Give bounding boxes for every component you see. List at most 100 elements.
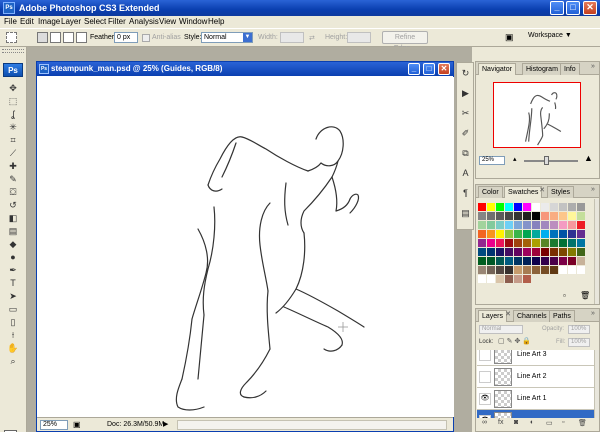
color-swatch[interactable]	[532, 230, 541, 239]
color-swatch[interactable]	[577, 239, 586, 248]
close-button[interactable]: ✕	[583, 1, 597, 15]
color-swatch[interactable]	[532, 203, 541, 212]
blur-tool-icon[interactable]: ◆	[5, 239, 21, 250]
color-swatch[interactable]	[487, 248, 496, 257]
opacity-field[interactable]: 100%	[568, 325, 590, 334]
color-swatch[interactable]	[523, 203, 532, 212]
color-swatch[interactable]	[541, 239, 550, 248]
color-swatch[interactable]	[577, 230, 586, 239]
move-tool-icon[interactable]: ✥	[5, 83, 21, 94]
color-swatch[interactable]	[514, 266, 523, 275]
color-swatch[interactable]	[541, 203, 550, 212]
layer-row[interactable]: Line Art 3	[477, 350, 595, 366]
color-swatch[interactable]	[559, 212, 568, 221]
navigator-zoom-knob[interactable]	[544, 156, 549, 165]
color-swatch[interactable]	[568, 230, 577, 239]
color-swatch[interactable]	[532, 257, 541, 266]
layers-tab-close-icon[interactable]: ✕	[504, 311, 512, 319]
color-swatch[interactable]	[568, 221, 577, 230]
color-swatch[interactable]	[550, 203, 559, 212]
color-swatch[interactable]	[487, 266, 496, 275]
color-swatch[interactable]	[532, 221, 541, 230]
tab-navigator[interactable]: Navigator	[478, 63, 516, 75]
trash-icon[interactable]: 🗑	[578, 419, 587, 427]
group-icon[interactable]: ▭	[546, 419, 553, 427]
path-selection-tool-icon[interactable]: ➤	[5, 291, 21, 302]
color-swatch[interactable]	[505, 230, 514, 239]
color-swatch[interactable]	[496, 266, 505, 275]
color-swatch[interactable]	[550, 266, 559, 275]
character-icon[interactable]: A	[459, 167, 472, 180]
history-brush-tool-icon[interactable]: ↺	[5, 200, 21, 211]
healing-brush-tool-icon[interactable]: ✚	[5, 161, 21, 172]
color-swatch[interactable]	[577, 248, 586, 257]
color-swatch[interactable]	[487, 239, 496, 248]
style-select[interactable]: Normal ▼	[201, 32, 253, 43]
fx-icon[interactable]: fx	[498, 419, 503, 426]
zoom-in-icon[interactable]: ▲	[584, 153, 593, 163]
layers-scrollbar[interactable]	[594, 350, 599, 418]
color-swatch[interactable]	[496, 230, 505, 239]
menu-layer[interactable]: Layer	[61, 17, 81, 26]
color-swatch[interactable]	[523, 257, 532, 266]
color-swatch[interactable]	[541, 266, 550, 275]
color-swatch[interactable]	[487, 203, 496, 212]
tab-paths[interactable]: Paths	[549, 310, 575, 322]
color-swatch[interactable]	[487, 275, 496, 284]
color-swatch[interactable]	[541, 230, 550, 239]
eyedropper-tool-icon[interactable]: ⟊	[5, 330, 21, 341]
menu-image[interactable]: Image	[38, 17, 60, 26]
color-swatch[interactable]	[514, 248, 523, 257]
crop-tool-icon[interactable]: ⌗	[5, 135, 21, 146]
maximize-button[interactable]: □	[566, 1, 580, 15]
color-swatch[interactable]	[478, 221, 487, 230]
color-swatch[interactable]	[487, 221, 496, 230]
color-swatch[interactable]	[478, 248, 487, 257]
adjustment-icon[interactable]: ◐	[530, 419, 534, 426]
tab-info[interactable]: Info	[560, 63, 580, 75]
color-swatch[interactable]	[568, 266, 577, 275]
color-swatch[interactable]	[559, 221, 568, 230]
marquee-tool-icon[interactable]: ⬚	[5, 96, 21, 107]
color-swatch[interactable]	[514, 275, 523, 284]
color-swatch[interactable]	[487, 230, 496, 239]
layer-row[interactable]: Line Art 2	[477, 366, 595, 388]
fill-field[interactable]: 100%	[568, 338, 590, 347]
hand-tool-icon[interactable]: ✋	[5, 343, 21, 354]
color-swatch[interactable]	[505, 266, 514, 275]
actions-icon[interactable]: ▶	[459, 87, 472, 100]
menu-window[interactable]: Window	[179, 17, 207, 26]
color-swatch[interactable]	[514, 203, 523, 212]
menu-select[interactable]: Select	[84, 17, 106, 26]
layer-row[interactable]: 👁	[477, 410, 595, 418]
brush-tool-icon[interactable]: ✎	[5, 174, 21, 185]
color-swatch[interactable]	[478, 239, 487, 248]
color-swatch[interactable]	[541, 257, 550, 266]
notes-tool-icon[interactable]: ▯	[5, 317, 21, 328]
refine-edge-button[interactable]: Refine Edge...	[382, 31, 428, 52]
doc-close-button[interactable]: ✕	[438, 63, 450, 75]
menu-analysis[interactable]: Analysis	[129, 17, 159, 26]
color-swatch[interactable]	[505, 239, 514, 248]
new-layer-icon[interactable]: ▫	[562, 419, 564, 426]
color-swatch[interactable]	[523, 239, 532, 248]
color-swatch[interactable]	[568, 239, 577, 248]
color-swatch[interactable]	[577, 212, 586, 221]
slice-tool-icon[interactable]: ⟋	[5, 148, 21, 159]
lock-icons[interactable]: ▢✎✥🔒	[498, 337, 533, 345]
color-swatch[interactable]	[487, 212, 496, 221]
color-swatch[interactable]	[496, 221, 505, 230]
color-swatch[interactable]	[496, 257, 505, 266]
color-swatch[interactable]	[559, 257, 568, 266]
color-swatch[interactable]	[577, 266, 586, 275]
color-swatch[interactable]	[496, 239, 505, 248]
menu-filter[interactable]: Filter	[108, 17, 126, 26]
color-swatch[interactable]	[478, 266, 487, 275]
delete-swatch-icon[interactable]: 🗑	[580, 291, 590, 300]
color-swatch[interactable]	[505, 248, 514, 257]
color-swatch[interactable]	[568, 203, 577, 212]
tab-layers[interactable]: Layers	[478, 310, 508, 322]
visibility-eye-icon[interactable]	[479, 350, 491, 361]
color-swatch[interactable]	[514, 221, 523, 230]
new-swatch-icon[interactable]: ▫	[563, 291, 566, 300]
